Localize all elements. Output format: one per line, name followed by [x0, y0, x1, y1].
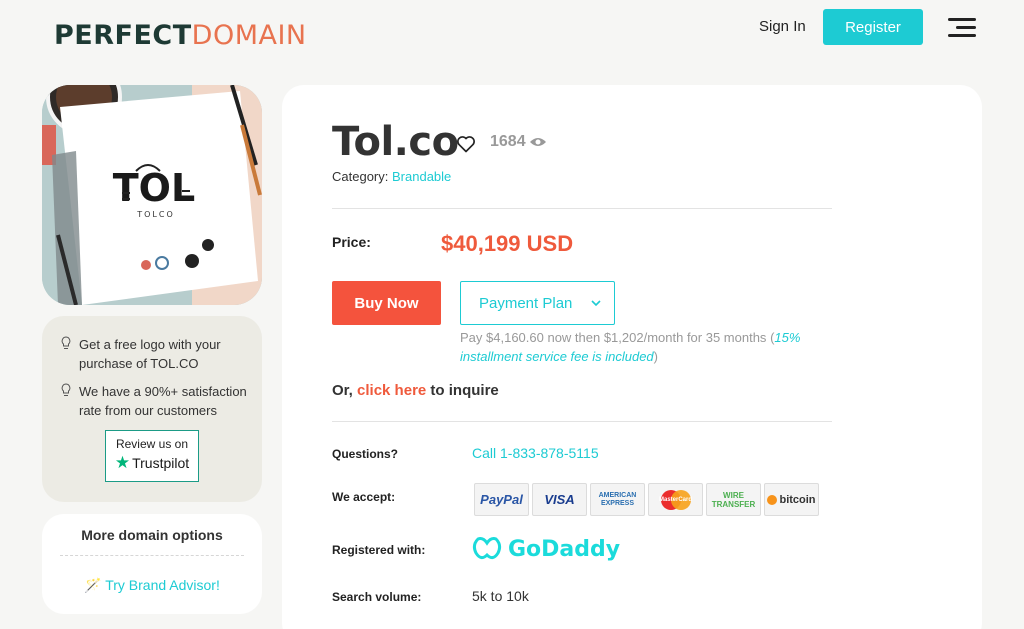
plan-terms-text: Pay $4,160.60 now then $1,202/month for … [460, 330, 767, 345]
search-volume-value: 5k to 10k [472, 588, 529, 604]
logo-part-domain: DOMAIN [191, 20, 307, 51]
more-domain-options-panel: More domain options 🪄 Try Brand Advisor! [42, 514, 262, 614]
inquire-suffix: to inquire [430, 382, 499, 399]
plan-fee-close-paren: ) [653, 349, 658, 364]
price-value: $40,199 USD [441, 231, 574, 256]
payment-plan-button[interactable]: Payment Plan [460, 281, 615, 325]
brand-advisor-label: Try Brand Advisor! [105, 577, 220, 593]
payment-methods: PayPal VISA AMERICAN EXPRESS MasterCard … [474, 483, 819, 516]
register-button[interactable]: Register [823, 9, 923, 45]
registered-with-label: Registered with: [332, 543, 426, 557]
trustpilot-review-button[interactable]: Review us on ★ Trustpilot [105, 430, 199, 482]
inquire-link[interactable]: click here [357, 382, 426, 399]
registrar-name: GoDaddy [508, 536, 621, 562]
buy-now-button[interactable]: Buy Now [332, 281, 441, 325]
trustpilot-label: Trustpilot [132, 455, 190, 471]
phone-link[interactable]: Call 1-833-878-5115 [472, 445, 599, 461]
logo-part-perfect: PERFECT [54, 20, 192, 51]
tip-item: Get a free logo with your purchase of TO… [60, 335, 250, 373]
domain-details-card: Tol.co 1684 Category: Brandable Price: $… [282, 85, 982, 629]
tip-text: Get a free logo with your purchase of TO… [79, 337, 221, 371]
category: Category: Brandable [332, 169, 451, 184]
hamburger-menu-icon[interactable] [948, 16, 976, 40]
wire-transfer-icon: WIRE TRANSFER [706, 483, 761, 516]
inquire-line: Or, click here to inquire [332, 382, 499, 399]
inquire-prefix: Or, [332, 382, 353, 399]
view-count-value: 1684 [490, 133, 526, 150]
bitcoin-icon: bitcoin [764, 483, 819, 516]
tip-text: We have a 90%+ satisfaction rate from ou… [79, 384, 247, 418]
hero-logo-text: TOL [113, 166, 195, 210]
amex-icon: AMERICAN EXPRESS [590, 483, 645, 516]
divider [60, 555, 244, 556]
site-logo[interactable]: PERFECTDOMAIN [54, 20, 307, 51]
search-volume-label: Search volume: [332, 590, 422, 604]
category-link[interactable]: Brandable [392, 169, 451, 184]
sign-in-link[interactable]: Sign In [759, 18, 806, 35]
registrar-logo: GoDaddy [472, 535, 620, 563]
brand-advisor-link[interactable]: 🪄 Try Brand Advisor! [42, 577, 262, 594]
paypal-icon: PayPal [474, 483, 529, 516]
more-options-title: More domain options [81, 527, 223, 543]
divider [332, 421, 832, 422]
lightbulb-icon [61, 336, 71, 349]
we-accept-label: We accept: [332, 490, 396, 504]
payment-plan-label: Payment Plan [479, 294, 573, 312]
godaddy-icon [472, 537, 502, 560]
domain-name: Tol.co [332, 119, 459, 165]
review-label: Review us on [115, 437, 189, 451]
visa-icon: VISA [532, 483, 587, 516]
hero-logo-sub: TOLCO [136, 210, 175, 219]
eye-icon [529, 138, 546, 146]
magic-wand-icon: 🪄 [84, 577, 102, 593]
view-count: 1684 [490, 133, 547, 151]
domain-logo-image: TOL TOLCO [42, 85, 262, 305]
mastercard-icon: MasterCard [648, 483, 703, 516]
divider [332, 208, 832, 209]
questions-label: Questions? [332, 447, 399, 461]
lightbulb-icon [61, 383, 71, 396]
payment-plan-terms: Pay $4,160.60 now then $1,202/month for … [460, 328, 820, 366]
heart-icon[interactable] [456, 134, 476, 154]
tips-panel: Get a free logo with your purchase of TO… [42, 316, 262, 502]
chevron-down-icon [591, 300, 601, 307]
trustpilot-star-icon: ★ [114, 453, 131, 472]
category-label: Category: [332, 169, 389, 184]
tip-item: We have a 90%+ satisfaction rate from ou… [60, 382, 250, 420]
price-label: Price: [332, 234, 371, 250]
